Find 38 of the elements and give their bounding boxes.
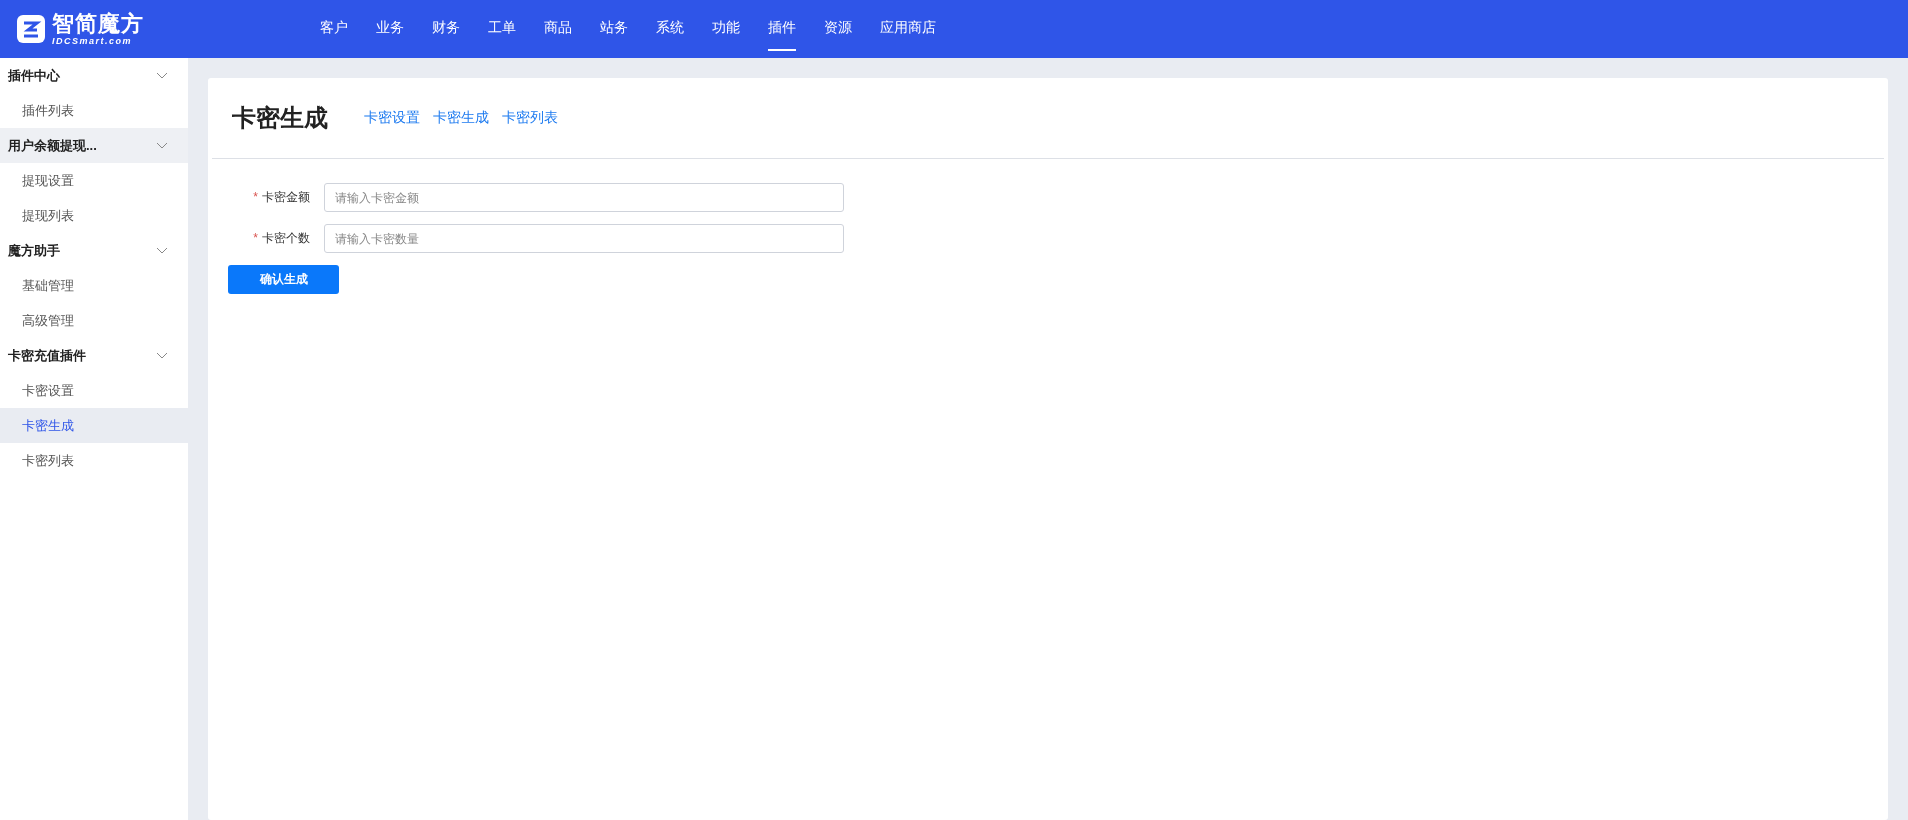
page-title: 卡密生成 — [232, 103, 328, 133]
logo-name: 智简魔方 — [52, 12, 144, 35]
logo-icon — [16, 14, 46, 44]
sidebar-item[interactable]: 插件列表 — [0, 93, 188, 128]
sidebar-item[interactable]: 卡密生成 — [0, 408, 188, 443]
page-link[interactable]: 卡密生成 — [433, 109, 489, 127]
required-mark: * — [253, 231, 258, 245]
nav-tab[interactable]: 应用商店 — [866, 0, 950, 58]
nav-tab[interactable]: 功能 — [698, 0, 754, 58]
sidebar-item[interactable]: 提现设置 — [0, 163, 188, 198]
nav-tab[interactable]: 业务 — [362, 0, 418, 58]
chevron-icon — [156, 351, 168, 360]
chevron-icon — [156, 141, 168, 150]
nav-tab[interactable]: 站务 — [586, 0, 642, 58]
input-field[interactable]: 请输入卡密数量 — [324, 224, 844, 253]
chevron-icon — [156, 246, 168, 255]
nav-tab[interactable]: 工单 — [474, 0, 530, 58]
nav-tab[interactable]: 插件 — [754, 0, 810, 58]
nav-tab[interactable]: 系统 — [642, 0, 698, 58]
submit-button[interactable]: 确认生成 — [228, 265, 339, 294]
sidebar-item[interactable]: 提现列表 — [0, 198, 188, 233]
chevron-icon — [156, 71, 168, 80]
field-label: 卡密金额 — [262, 190, 310, 204]
nav-tab[interactable]: 商品 — [530, 0, 586, 58]
sidebar-item[interactable]: 基础管理 — [0, 268, 188, 303]
sidebar-group[interactable]: 用户余额提现... — [0, 128, 188, 163]
nav-tab[interactable]: 财务 — [418, 0, 474, 58]
required-mark: * — [253, 190, 258, 204]
field-label: 卡密个数 — [262, 231, 310, 245]
logo-subtitle: IDCSmart.com — [52, 36, 133, 46]
sidebar-item[interactable]: 卡密列表 — [0, 443, 188, 478]
sidebar-item[interactable]: 高级管理 — [0, 303, 188, 338]
nav-tab[interactable]: 客户 — [306, 0, 362, 58]
page-link[interactable]: 卡密列表 — [502, 109, 558, 127]
page-link[interactable]: 卡密设置 — [364, 109, 420, 127]
input-field[interactable]: 请输入卡密金额 — [324, 183, 844, 212]
sidebar-item[interactable]: 卡密设置 — [0, 373, 188, 408]
nav-tab[interactable]: 资源 — [810, 0, 866, 58]
